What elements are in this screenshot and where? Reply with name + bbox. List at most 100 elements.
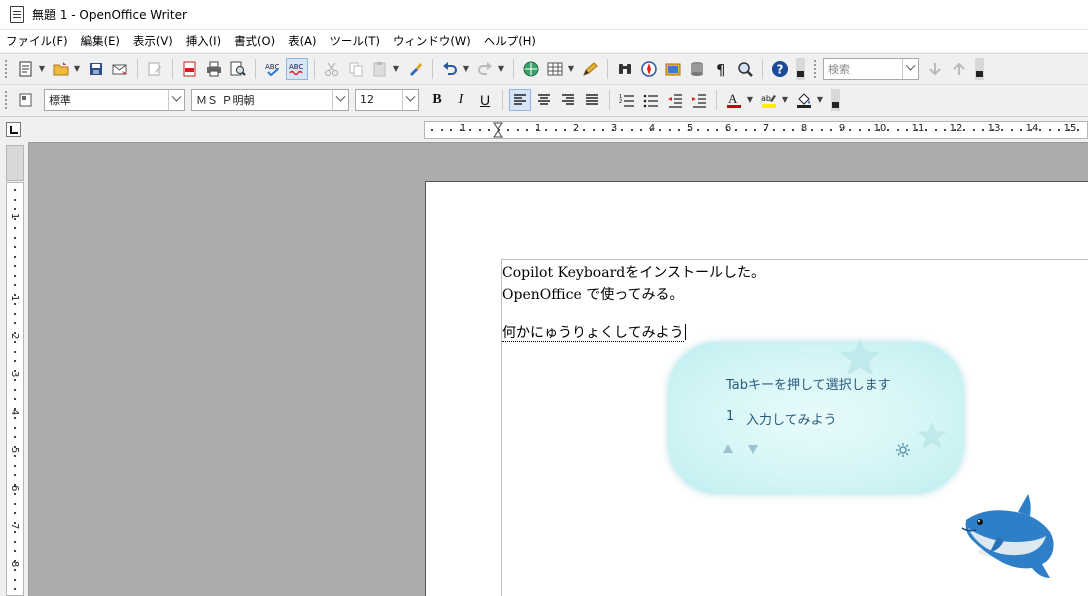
paragraph-style-dropdown-arrow[interactable] — [168, 89, 184, 110]
open-dropdown-arrow[interactable]: ▼ — [73, 58, 81, 80]
zoom-button[interactable] — [734, 58, 756, 80]
menu-insert[interactable]: 挿入(I) — [186, 33, 221, 49]
email-button[interactable] — [109, 58, 131, 80]
redo-dropdown-arrow[interactable]: ▼ — [497, 58, 505, 80]
table-button[interactable] — [544, 58, 566, 80]
menu-file[interactable]: ファイル(F) — [6, 33, 68, 49]
candidate-page-down-icon[interactable] — [748, 445, 758, 454]
font-name-dropdown-arrow[interactable] — [332, 89, 348, 110]
decrease-indent-button[interactable] — [664, 89, 686, 111]
ruler-tick — [478, 129, 481, 131]
paint-bucket-icon — [797, 92, 811, 108]
numbering-button[interactable]: 12 — [616, 89, 638, 111]
dolphin-mascot-icon[interactable] — [958, 490, 1068, 580]
highlighting-button[interactable]: ab — [758, 89, 780, 111]
empty-line — [502, 306, 765, 322]
paragraph-style-value: 標準 — [49, 93, 71, 107]
font-size-combo[interactable]: 12 — [355, 88, 419, 111]
align-center-button[interactable] — [533, 89, 555, 111]
find-replace-button[interactable] — [614, 58, 636, 80]
print-button[interactable] — [203, 58, 225, 80]
globe-hyperlink-icon — [523, 61, 539, 76]
bullets-button[interactable] — [640, 89, 662, 111]
vertical-ruler[interactable]: 1 1 2 3 4 5 6 7 8 — [6, 182, 24, 596]
undo-dropdown-arrow[interactable]: ▼ — [462, 58, 470, 80]
help-button[interactable]: ? — [769, 58, 791, 80]
search-combo[interactable]: 検索 — [823, 57, 919, 80]
justify-button[interactable] — [581, 89, 603, 111]
menu-help[interactable]: ヘルプ(H) — [484, 33, 536, 49]
italic-button[interactable]: I — [450, 89, 472, 111]
toolbar-separator — [432, 58, 433, 79]
find-previous-button[interactable] — [948, 58, 970, 80]
toolbar-overflow-chevron[interactable] — [796, 57, 805, 80]
settings-gear-icon[interactable] — [895, 442, 911, 458]
navigator-button[interactable] — [638, 58, 660, 80]
spellcheck-button[interactable]: ABC — [262, 58, 284, 80]
auto-spellcheck-icon: ABC — [289, 63, 303, 75]
font-color-button[interactable]: A — [723, 89, 745, 111]
underline-button[interactable]: U — [474, 89, 496, 111]
ruler-tick — [877, 129, 880, 131]
edit-file-button[interactable] — [144, 58, 166, 80]
menu-format[interactable]: 書式(O) — [234, 33, 275, 49]
bold-button[interactable]: B — [426, 89, 448, 111]
menu-table[interactable]: 表(A) — [288, 33, 316, 49]
align-right-button[interactable] — [557, 89, 579, 111]
export-pdf-button[interactable] — [179, 58, 201, 80]
increase-indent-button[interactable] — [688, 89, 710, 111]
find-next-button[interactable] — [924, 58, 946, 80]
font-size-dropdown-arrow[interactable] — [402, 89, 418, 110]
formatting-toolbar-overflow-chevron[interactable] — [831, 88, 840, 111]
new-dropdown-arrow[interactable]: ▼ — [38, 58, 46, 80]
table-dropdown-arrow[interactable]: ▼ — [567, 58, 575, 80]
ruler-label: 6 — [9, 485, 20, 492]
candidate-item[interactable]: 入力してみよう — [746, 409, 837, 428]
data-sources-button[interactable] — [686, 58, 708, 80]
paste-dropdown-arrow[interactable]: ▼ — [392, 58, 400, 80]
redo-button[interactable] — [474, 58, 496, 80]
new-document-button[interactable] — [15, 58, 37, 80]
tab-stop-type-selector[interactable] — [6, 122, 21, 137]
formatting-marks-button[interactable]: ¶ — [710, 58, 732, 80]
hyperlink-button[interactable] — [520, 58, 542, 80]
copy-button[interactable] — [345, 58, 367, 80]
find-toolbar-grip[interactable] — [813, 58, 817, 79]
toolbar-grip[interactable] — [4, 89, 8, 110]
clone-formatting-button[interactable] — [404, 58, 426, 80]
ruler-tick — [14, 246, 16, 248]
paste-button[interactable] — [369, 58, 391, 80]
undo-icon — [443, 61, 457, 75]
font-name-combo[interactable]: ＭＳ Ｐ明朝 — [191, 88, 349, 111]
paragraph-style-combo[interactable]: 標準 — [44, 88, 185, 111]
menu-view[interactable]: 表示(V) — [133, 33, 173, 49]
search-dropdown-arrow[interactable] — [902, 58, 918, 79]
undo-button[interactable] — [439, 58, 461, 80]
highlighting-dropdown-arrow[interactable]: ▼ — [781, 89, 789, 111]
font-color-dropdown-arrow[interactable]: ▼ — [746, 89, 754, 111]
background-color-button[interactable] — [793, 89, 815, 111]
save-button[interactable] — [85, 58, 107, 80]
menu-window[interactable]: ウィンドウ(W) — [393, 33, 471, 49]
align-left-button[interactable] — [509, 88, 531, 111]
find-toolbar-overflow-chevron[interactable] — [975, 57, 984, 80]
document-text[interactable]: Copilot Keyboardをインストールした。 OpenOffice で使… — [502, 262, 765, 344]
edit-pencil-doc-icon — [148, 62, 161, 75]
styles-formatting-button[interactable] — [15, 89, 37, 111]
increase-indent-icon — [692, 93, 706, 108]
background-color-dropdown-arrow[interactable]: ▼ — [816, 89, 824, 111]
draw-functions-button[interactable] — [579, 58, 601, 80]
cut-button[interactable] — [321, 58, 343, 80]
auto-spellcheck-button[interactable]: ABC — [286, 57, 308, 80]
open-button[interactable] — [50, 58, 72, 80]
menu-tools[interactable]: ツール(T) — [329, 33, 380, 49]
menu-edit[interactable]: 編集(E) — [81, 33, 120, 49]
candidate-page-up-icon[interactable] — [723, 444, 733, 453]
toolbar-grip[interactable] — [4, 58, 8, 79]
print-preview-button[interactable] — [227, 58, 249, 80]
gallery-button[interactable] — [662, 58, 684, 80]
ruler-tick — [14, 208, 16, 210]
horizontal-ruler[interactable]: 1 1 2 3 4 5 6 7 8 9 10 11 12 13 14 15 — [424, 121, 1088, 139]
ruler-tick — [14, 426, 16, 429]
toolbar-separator — [716, 89, 717, 110]
